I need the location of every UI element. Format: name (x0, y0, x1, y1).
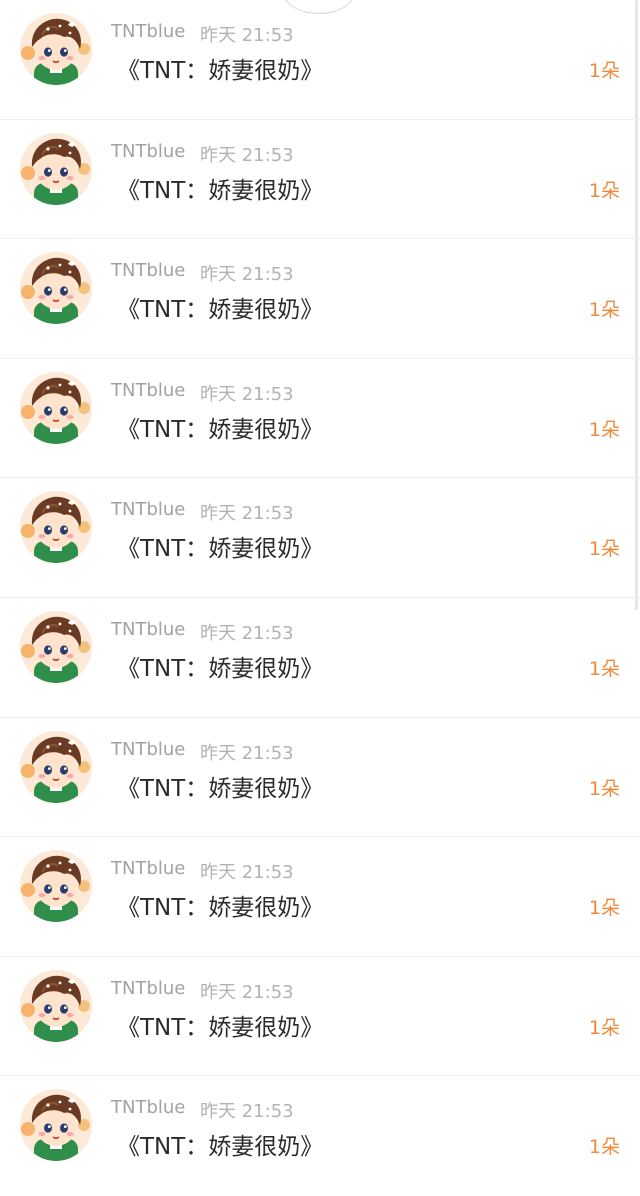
gift-count: 1朵 (588, 1016, 620, 1039)
gift-title[interactable]: 《TNT：娇妻很奶》 (117, 769, 323, 803)
avatar[interactable] (20, 610, 92, 683)
avatar[interactable] (20, 132, 92, 205)
gift-title[interactable]: 《TNT：娇妻很奶》 (117, 410, 323, 444)
list-item[interactable]: TNTblue 昨天 21:53 《TNT：娇妻很奶》 1朵 (0, 1076, 640, 1196)
username[interactable]: TNTblue (111, 260, 185, 281)
cartoon-boy-avatar-image (20, 371, 92, 444)
timestamp: 昨天 21:53 (200, 981, 294, 1003)
list-item[interactable]: TNTblue 昨天 21:53 《TNT：娇妻很奶》 1朵 (0, 0, 640, 120)
username[interactable]: TNTblue (111, 380, 185, 401)
gift-count: 1朵 (588, 1136, 620, 1159)
cartoon-boy-avatar-image (20, 491, 92, 564)
timestamp: 昨天 21:53 (200, 264, 294, 286)
username[interactable]: TNTblue (111, 1097, 185, 1118)
timestamp: 昨天 21:53 (200, 862, 294, 884)
cartoon-boy-avatar-image (20, 13, 92, 85)
timestamp: 昨天 21:53 (200, 742, 294, 764)
username[interactable]: TNTblue (111, 858, 185, 879)
cartoon-boy-avatar-image (20, 1089, 92, 1162)
list-item[interactable]: TNTblue 昨天 21:53 《TNT：娇妻很奶》 1朵 (0, 837, 640, 957)
gift-title[interactable]: 《TNT：娇妻很奶》 (117, 1008, 323, 1042)
avatar[interactable] (20, 491, 92, 564)
timestamp: 昨天 21:53 (200, 622, 294, 644)
gift-count: 1朵 (588, 179, 620, 202)
cartoon-boy-avatar-image (20, 730, 92, 803)
gift-title[interactable]: 《TNT：娇妻很奶》 (117, 529, 323, 563)
avatar[interactable] (20, 13, 92, 85)
gift-title[interactable]: 《TNT：娇妻很奶》 (117, 51, 323, 85)
username[interactable]: TNTblue (111, 499, 185, 520)
gift-count: 1朵 (588, 299, 620, 322)
avatar[interactable] (20, 371, 92, 444)
timestamp: 昨天 21:53 (200, 503, 294, 525)
username[interactable]: TNTblue (111, 21, 185, 42)
gift-count: 1朵 (588, 777, 620, 800)
cartoon-boy-avatar-image (20, 610, 92, 683)
cartoon-boy-avatar-image (20, 132, 92, 205)
gift-title[interactable]: 《TNT：娇妻很奶》 (117, 290, 323, 324)
cartoon-boy-avatar-image (20, 850, 92, 923)
username[interactable]: TNTblue (111, 141, 185, 162)
gift-count: 1朵 (588, 418, 620, 441)
list-item[interactable]: TNTblue 昨天 21:53 《TNT：娇妻很奶》 1朵 (0, 598, 640, 718)
cartoon-boy-avatar-image (20, 252, 92, 325)
timestamp: 昨天 21:53 (200, 144, 294, 166)
avatar[interactable] (20, 969, 92, 1042)
avatar[interactable] (20, 850, 92, 923)
gift-title[interactable]: 《TNT：娇妻很奶》 (117, 171, 323, 205)
gift-record-list: TNTblue 昨天 21:53 《TNT：娇妻很奶》 1朵 TNTblue 昨… (0, 0, 640, 1196)
gift-title[interactable]: 《TNT：娇妻很奶》 (117, 1127, 323, 1161)
list-item[interactable]: TNTblue 昨天 21:53 《TNT：娇妻很奶》 1朵 (0, 239, 640, 359)
timestamp: 昨天 21:53 (200, 1101, 294, 1123)
gift-count: 1朵 (588, 538, 620, 561)
gift-count: 1朵 (588, 60, 620, 82)
list-item[interactable]: TNTblue 昨天 21:53 《TNT：娇妻很奶》 1朵 (0, 718, 640, 838)
list-item[interactable]: TNTblue 昨天 21:53 《TNT：娇妻很奶》 1朵 (0, 478, 640, 598)
gift-title[interactable]: 《TNT：娇妻很奶》 (117, 888, 323, 922)
username[interactable]: TNTblue (111, 619, 185, 640)
avatar[interactable] (20, 730, 92, 803)
timestamp: 昨天 21:53 (200, 383, 294, 405)
avatar[interactable] (20, 1089, 92, 1162)
list-item[interactable]: TNTblue 昨天 21:53 《TNT：娇妻很奶》 1朵 (0, 957, 640, 1077)
cartoon-boy-avatar-image (20, 969, 92, 1042)
username[interactable]: TNTblue (111, 739, 185, 760)
username[interactable]: TNTblue (111, 978, 185, 999)
list-item[interactable]: TNTblue 昨天 21:53 《TNT：娇妻很奶》 1朵 (0, 359, 640, 479)
gift-title[interactable]: 《TNT：娇妻很奶》 (117, 649, 323, 683)
timestamp: 昨天 21:53 (200, 25, 294, 46)
gift-count: 1朵 (588, 657, 620, 680)
gift-count: 1朵 (588, 897, 620, 920)
avatar[interactable] (20, 252, 92, 325)
list-item[interactable]: TNTblue 昨天 21:53 《TNT：娇妻很奶》 1朵 (0, 120, 640, 240)
